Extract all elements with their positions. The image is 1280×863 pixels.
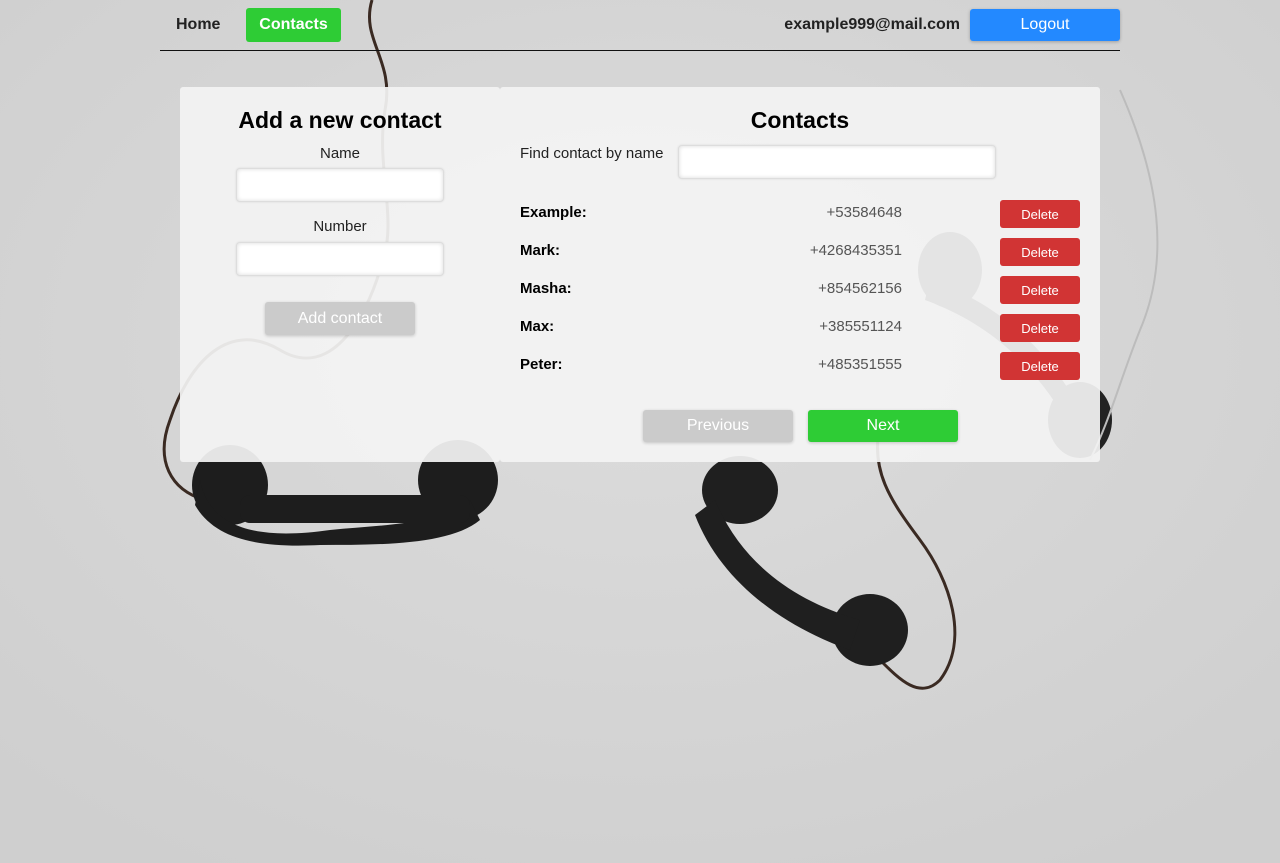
contact-name: Mark:	[520, 242, 561, 259]
contact-number: +4268435351	[809, 242, 902, 259]
contact-number: +385551124	[819, 318, 902, 335]
top-nav-bar: Home Contacts example999@mail.com Logout	[160, 0, 1120, 51]
contact-row: Peter: +485351555 Delete	[520, 352, 1080, 380]
add-contact-panel: Add a new contact Name Number Add contac…	[180, 87, 500, 462]
contact-row: Example: +53584648 Delete	[520, 200, 1080, 228]
contact-row: Masha: +854562156 Delete	[520, 276, 1080, 304]
filter-input[interactable]	[678, 145, 996, 179]
contact-number: +854562156	[818, 280, 902, 297]
delete-contact-button[interactable]: Delete	[1000, 200, 1080, 228]
previous-page-button[interactable]: Previous	[643, 410, 793, 442]
number-field-label: Number	[313, 218, 367, 235]
contact-name: Example:	[520, 204, 587, 221]
contact-name: Max:	[520, 318, 555, 335]
contacts-list-panel: Contacts Find contact by name Example: +…	[500, 87, 1100, 462]
logout-button[interactable]: Logout	[970, 9, 1120, 41]
number-input[interactable]	[236, 242, 444, 276]
contact-name: Peter:	[520, 356, 563, 373]
add-contact-button[interactable]: Add contact	[265, 302, 415, 335]
next-page-button[interactable]: Next	[808, 410, 958, 442]
delete-contact-button[interactable]: Delete	[1000, 238, 1080, 266]
name-input[interactable]	[236, 168, 444, 202]
contact-name: Masha:	[520, 280, 572, 297]
nav-home-link[interactable]: Home	[176, 8, 220, 42]
delete-contact-button[interactable]: Delete	[1000, 276, 1080, 304]
nav-contacts-link[interactable]: Contacts	[246, 8, 341, 42]
contact-row: Max: +385551124 Delete	[520, 314, 1080, 342]
contact-number: +485351555	[818, 356, 902, 373]
add-contact-title: Add a new contact	[238, 107, 442, 133]
user-email: example999@mail.com	[784, 16, 960, 33]
contact-row: Mark: +4268435351 Delete	[520, 238, 1080, 266]
name-field-label: Name	[319, 145, 360, 162]
delete-contact-button[interactable]: Delete	[1000, 352, 1080, 380]
filter-label: Find contact by name	[520, 145, 664, 162]
contact-number: +53584648	[826, 204, 903, 221]
delete-contact-button[interactable]: Delete	[1000, 314, 1080, 342]
contacts-title: Contacts	[750, 107, 850, 133]
